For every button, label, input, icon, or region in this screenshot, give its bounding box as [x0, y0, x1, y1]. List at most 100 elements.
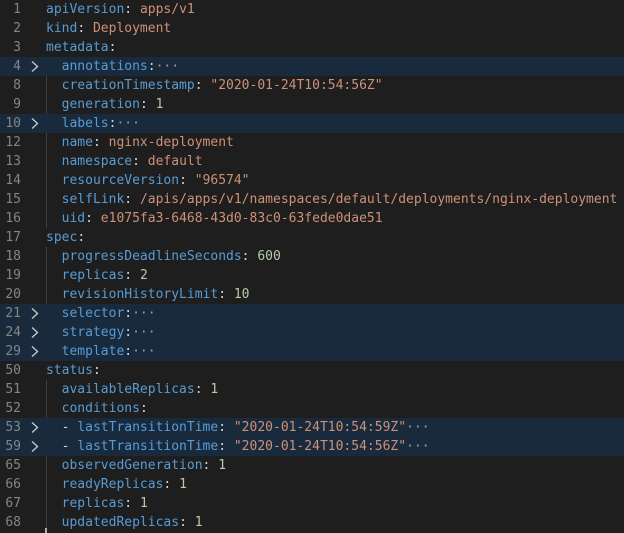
- chevron-right-icon[interactable]: [29, 118, 40, 129]
- code-line[interactable]: 59 - lastTransitionTime: "2020-01-24T10:…: [0, 437, 624, 456]
- code-text[interactable]: apiVersion: apps/v1: [46, 0, 195, 19]
- code-text[interactable]: uid: e1075fa3-6468-43d0-83c0-63fede0dae5…: [46, 209, 383, 228]
- code-text[interactable]: creationTimestamp: "2020-01-24T10:54:56Z…: [46, 76, 383, 95]
- fold-ellipsis[interactable]: ···: [132, 325, 155, 340]
- code-line[interactable]: 12 name: nginx-deployment: [0, 133, 624, 152]
- code-line[interactable]: 67 replicas: 1: [0, 494, 624, 513]
- fold-ellipsis[interactable]: ···: [156, 59, 179, 74]
- code-line[interactable]: 13 namespace: default: [0, 152, 624, 171]
- yaml-key: replicas: [61, 268, 125, 283]
- code-text[interactable]: replicas: 2: [46, 266, 148, 285]
- code-text[interactable]: conditions:: [46, 399, 148, 418]
- code-text[interactable]: spec:: [46, 228, 85, 247]
- code-line[interactable]: 21 selector:···: [0, 304, 624, 323]
- code-line[interactable]: 3 metadata:: [0, 38, 624, 57]
- code-line[interactable]: 4 annotations:···: [0, 57, 624, 76]
- code-line[interactable]: 29 template:···: [0, 342, 624, 361]
- code-line[interactable]: 50 status:: [0, 361, 624, 380]
- code-line[interactable]: 16 uid: e1075fa3-6468-43d0-83c0-63fede0d…: [0, 209, 624, 228]
- chevron-right-icon[interactable]: [29, 346, 40, 357]
- yaml-value: 1: [194, 515, 203, 530]
- yaml-key: observedGeneration: [61, 458, 203, 473]
- fold-ellipsis[interactable]: ···: [116, 116, 139, 131]
- yaml-value: default: [147, 154, 203, 169]
- code-text[interactable]: strategy:···: [46, 323, 156, 342]
- code-text[interactable]: revisionHistoryLimit: 10: [46, 285, 250, 304]
- code-text[interactable]: availableReplicas: 1: [46, 380, 219, 399]
- yaml-key: strategy: [61, 325, 125, 340]
- chevron-right-icon[interactable]: [29, 61, 40, 72]
- yaml-editor[interactable]: 1 apiVersion: apps/v1 2 kind: Deployment 3 me…: [0, 0, 624, 533]
- code-line[interactable]: 10 labels:···: [0, 114, 624, 133]
- line-number: 68: [5, 515, 21, 530]
- code-line[interactable]: 53 - lastTransitionTime: "2020-01-24T10:…: [0, 418, 624, 437]
- code-text[interactable]: selector:···: [46, 304, 156, 323]
- code-line[interactable]: 24 strategy:···: [0, 323, 624, 342]
- yaml-key: namespace: [61, 154, 133, 169]
- code-line[interactable]: 17 spec:: [0, 228, 624, 247]
- yaml-separator: :: [202, 458, 219, 473]
- code-text[interactable]: status:: [46, 361, 101, 380]
- line-number: 53: [5, 420, 21, 435]
- code-line[interactable]: 19 replicas: 2: [0, 266, 624, 285]
- yaml-value: "2020-01-24T10:54:59Z": [233, 420, 407, 435]
- code-text[interactable]: replicas: 1: [46, 494, 148, 513]
- code-text[interactable]: template:···: [46, 342, 156, 361]
- code-line[interactable]: 15 selfLink: /apis/apps/v1/namespaces/de…: [0, 190, 624, 209]
- chevron-right-icon[interactable]: [29, 327, 40, 338]
- code-text[interactable]: - lastTransitionTime: "2020-01-24T10:54:…: [46, 437, 430, 456]
- chevron-right-icon[interactable]: [29, 308, 40, 319]
- code-text[interactable]: updatedReplicas: 1: [46, 513, 203, 532]
- line-number: 18: [5, 249, 21, 264]
- code-text[interactable]: selfLink: /apis/apps/v1/namespaces/defau…: [46, 190, 618, 209]
- yaml-separator: :: [139, 401, 148, 416]
- line-number: 15: [5, 192, 21, 207]
- yaml-value: nginx-deployment: [108, 135, 234, 150]
- code-text[interactable]: annotations:···: [46, 57, 179, 76]
- code-text[interactable]: kind: Deployment: [46, 19, 171, 38]
- code-line[interactable]: 18 progressDeadlineSeconds: 600: [0, 247, 624, 266]
- code-text[interactable]: readyReplicas: 1: [46, 475, 187, 494]
- yaml-separator: :: [77, 21, 93, 36]
- fold-ellipsis[interactable]: ···: [132, 306, 155, 321]
- code-text[interactable]: labels:···: [46, 114, 140, 133]
- code-line[interactable]: 20 revisionHistoryLimit: 10: [0, 285, 624, 304]
- code-line[interactable]: 66 readyReplicas: 1: [0, 475, 624, 494]
- code-line[interactable]: 68 updatedReplicas: 1: [0, 513, 624, 532]
- line-number: 65: [5, 458, 21, 473]
- code-text[interactable]: progressDeadlineSeconds: 600: [46, 247, 281, 266]
- code-text[interactable]: resourceVersion: "96574": [46, 171, 250, 190]
- code-line[interactable]: 52 conditions:: [0, 399, 624, 418]
- code-line[interactable]: 14 resourceVersion: "96574": [0, 171, 624, 190]
- fold-ellipsis[interactable]: ···: [406, 420, 429, 435]
- code-line[interactable]: 65 observedGeneration: 1: [0, 456, 624, 475]
- yaml-key: apiVersion: [46, 2, 125, 17]
- code-line[interactable]: 8 creationTimestamp: "2020-01-24T10:54:5…: [0, 76, 624, 95]
- code-line[interactable]: 9 generation: 1: [0, 95, 624, 114]
- code-line[interactable]: 51 availableReplicas: 1: [0, 380, 624, 399]
- line-number: 66: [5, 477, 21, 492]
- fold-ellipsis[interactable]: ···: [132, 344, 155, 359]
- line-number: 24: [5, 325, 21, 340]
- fold-ellipsis[interactable]: ···: [406, 439, 429, 454]
- chevron-right-icon[interactable]: [29, 441, 40, 452]
- line-number: 9: [13, 97, 21, 112]
- code-line[interactable]: 2 kind: Deployment: [0, 19, 624, 38]
- yaml-value: "96574": [194, 173, 250, 188]
- code-text[interactable]: - lastTransitionTime: "2020-01-24T10:54:…: [46, 418, 430, 437]
- yaml-key: status: [46, 363, 93, 378]
- code-line[interactable]: 1 apiVersion: apps/v1: [0, 0, 624, 19]
- code-text[interactable]: observedGeneration: 1: [46, 456, 226, 475]
- code-text[interactable]: metadata:: [46, 38, 116, 57]
- code-text[interactable]: namespace: default: [46, 152, 203, 171]
- yaml-key: name: [61, 135, 93, 150]
- chevron-right-icon[interactable]: [29, 422, 40, 433]
- code-text[interactable]: name: nginx-deployment: [46, 133, 234, 152]
- code-text[interactable]: generation: 1: [46, 95, 164, 114]
